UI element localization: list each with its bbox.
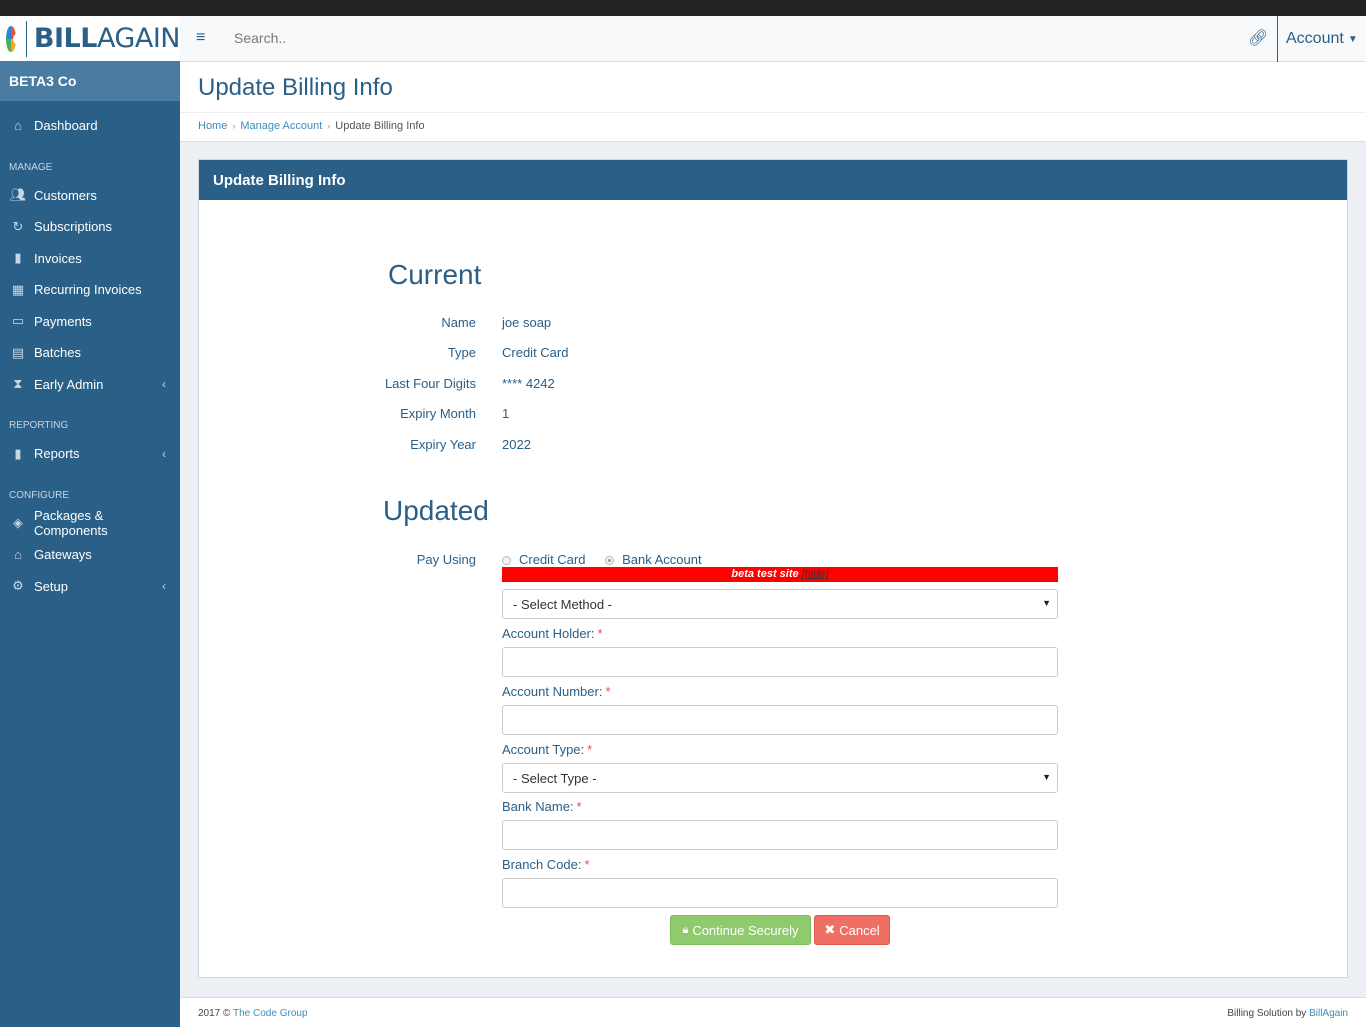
current-section-title: Current	[388, 259, 482, 290]
top-header: ≡ Search.. 🔗︎ Account ▼	[180, 16, 1366, 62]
sidebar-item-customers[interactable]: 👥︎ Customers	[0, 180, 180, 212]
cancel-button[interactable]: ✖ Cancel	[814, 915, 890, 945]
breadcrumb-home[interactable]: Home	[198, 120, 227, 132]
file-icon: ▮	[14, 250, 22, 266]
sidebar-item-subscriptions[interactable]: ↻ Subscriptions	[0, 211, 180, 243]
logo-icon	[6, 25, 25, 52]
section-reporting: REPORTING	[9, 420, 69, 431]
branch-code-input[interactable]	[502, 878, 1058, 908]
panel-title: Update Billing Info	[199, 160, 1347, 200]
chevron-down-icon: ▼	[1042, 598, 1051, 608]
logo-text: BILLAGAIN	[33, 23, 181, 54]
account-number-label: Account Number: *	[502, 684, 611, 699]
top-strip	[0, 0, 1366, 16]
money-icon: ▭	[11, 313, 25, 329]
breadcrumb-separator: ›	[232, 121, 236, 131]
footer-copyright: 2017 © The Code Group	[198, 1008, 308, 1019]
radio-icon	[502, 555, 511, 565]
chevron-left-icon: ‹	[162, 446, 166, 461]
current-row-last-four: Last Four Digits **** 4242	[384, 375, 555, 391]
pay-using-row: Pay Using Credit Card Bank Account	[416, 551, 702, 567]
account-holder-label: Account Holder: *	[502, 626, 603, 641]
sidebar-item-recurring-invoices[interactable]: ▦ Recurring Invoices	[0, 274, 180, 306]
current-row-name: Name joe soap	[441, 314, 552, 330]
beta-hide-link[interactable]: [hide]	[802, 568, 829, 580]
bank-icon: ⌂	[14, 547, 22, 563]
search-input[interactable]: Search..	[234, 30, 286, 46]
close-icon: ✖	[824, 922, 836, 937]
billing-panel: Update Billing Info Current Name joe soa…	[198, 159, 1348, 978]
method-select[interactable]: - Select Method - ▼	[502, 589, 1058, 619]
radio-credit-card[interactable]: Credit Card	[502, 552, 585, 567]
breadcrumb-manage-account[interactable]: Manage Account	[240, 120, 322, 132]
sidebar-item-reports[interactable]: ▮ Reports ‹	[0, 438, 180, 470]
footer: 2017 © The Code Group Billing Solution b…	[180, 997, 1366, 1027]
sidebar-item-gateways[interactable]: ⌂ Gateways	[0, 539, 180, 571]
account-type-select[interactable]: - Select Type - ▼	[502, 763, 1058, 793]
calendar-icon: ▦	[11, 281, 25, 297]
sidebar-item-setup[interactable]: ⚙ Setup ‹	[0, 571, 180, 603]
radio-checked-icon	[605, 555, 615, 565]
pay-using-options: Credit Card Bank Account	[502, 552, 702, 567]
sidebar-item-payments[interactable]: ▭ Payments	[0, 306, 180, 338]
page-header: Update Billing Info Home › Manage Accoun…	[180, 62, 1366, 142]
report-icon: ▮	[14, 445, 22, 461]
section-manage: MANAGE	[9, 161, 53, 173]
caret-down-icon: ▼	[1347, 33, 1358, 45]
bank-name-input[interactable]	[502, 820, 1058, 850]
current-row-expiry-year: Expiry Year 2022	[410, 436, 531, 452]
footer-billagain-link[interactable]: BillAgain	[1309, 1008, 1348, 1019]
sidebar: BILLAGAIN BETA3 Co ⌂ Dashboard MANAGE 👥︎…	[0, 16, 181, 1027]
table-icon: ▤	[11, 344, 25, 360]
page-title: Update Billing Info	[198, 74, 393, 101]
lock-icon: 🔒︎	[682, 923, 689, 936]
menu-icon[interactable]: ≡	[196, 29, 205, 47]
refresh-icon: ↻	[12, 218, 24, 234]
company-name[interactable]: BETA3 Co	[0, 61, 180, 101]
chevron-left-icon: ‹	[162, 377, 166, 392]
gear-icon: ⚙	[12, 578, 24, 594]
users-icon: 👥︎	[9, 187, 27, 203]
current-row-expiry-month: Expiry Month 1	[400, 405, 510, 421]
tags-icon: ◈	[12, 515, 23, 531]
continue-securely-button[interactable]: 🔒︎ Continue Securely	[670, 915, 811, 945]
link-icon[interactable]: 🔗︎	[1248, 28, 1268, 48]
current-row-type: Type Credit Card	[447, 344, 569, 360]
section-configure: CONFIGURE	[9, 489, 69, 501]
account-holder-input[interactable]	[502, 647, 1058, 677]
account-type-label: Account Type: *	[502, 742, 593, 757]
sidebar-item-packages[interactable]: ◈ Packages & Components	[0, 508, 180, 540]
breadcrumb-separator: ›	[327, 121, 331, 131]
updated-section-title: Updated	[383, 495, 489, 526]
sidebar-item-invoices[interactable]: ▮ Invoices	[0, 243, 180, 275]
breadcrumb-current: Update Billing Info	[335, 120, 425, 132]
home-icon: ⌂	[14, 118, 22, 134]
branch-code-label: Branch Code: *	[502, 857, 590, 872]
radio-bank-account[interactable]: Bank Account	[605, 552, 702, 567]
account-number-input[interactable]	[502, 705, 1058, 735]
footer-company-link[interactable]: The Code Group	[233, 1008, 308, 1019]
account-menu[interactable]: Account ▼	[1277, 16, 1358, 62]
divider	[180, 112, 1366, 113]
sidebar-item-dashboard[interactable]: ⌂ Dashboard	[0, 110, 180, 142]
beta-banner: beta test site [hide]	[502, 567, 1058, 582]
chevron-left-icon: ‹	[162, 579, 166, 594]
bank-name-label: Bank Name: *	[502, 799, 582, 814]
footer-credit: Billing Solution by BillAgain	[1227, 1008, 1348, 1019]
hourglass-icon: ⧗	[13, 376, 23, 392]
logo[interactable]: BILLAGAIN	[0, 16, 181, 61]
sidebar-item-batches[interactable]: ▤ Batches	[0, 337, 180, 369]
sidebar-item-early-admin[interactable]: ⧗ Early Admin ‹	[0, 369, 180, 401]
chevron-down-icon: ▼	[1042, 772, 1051, 782]
breadcrumb: Home › Manage Account › Update Billing I…	[198, 120, 425, 132]
